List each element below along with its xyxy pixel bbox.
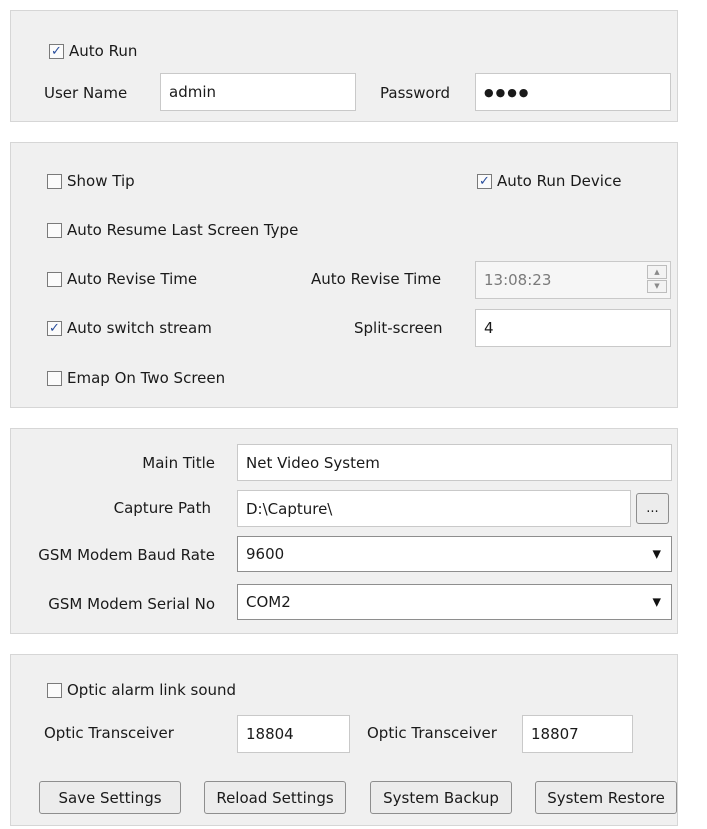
show-tip-label: Show Tip xyxy=(67,172,135,190)
browse-button[interactable]: ... xyxy=(636,493,669,524)
password-input[interactable]: ●●●● xyxy=(475,73,671,111)
spin-down-icon[interactable]: ▼ xyxy=(647,279,667,293)
auto-switch-stream-checkbox[interactable]: ✓ Auto switch stream xyxy=(47,319,212,337)
show-tip-check-icon xyxy=(47,173,62,189)
auto-run-device-check-icon: ✓ xyxy=(477,173,492,189)
optic-alarm-sound-check-icon xyxy=(47,682,62,698)
system-restore-button[interactable]: System Restore xyxy=(535,781,677,814)
reload-settings-button[interactable]: Reload Settings xyxy=(204,781,346,814)
optic-panel: Optic alarm link sound Optic Transceiver… xyxy=(10,654,678,826)
system-panel: Main Title Net Video System Capture Path… xyxy=(10,428,678,634)
auto-run-check-icon: ✓ xyxy=(49,43,64,59)
auto-switch-stream-check-icon: ✓ xyxy=(47,320,62,336)
emap-two-screen-check-icon xyxy=(47,370,62,386)
serial-no-label: GSM Modem Serial No xyxy=(48,595,215,613)
optic-transceiver-2-input[interactable]: 18807 xyxy=(522,715,633,753)
time-spinner[interactable]: ▲ ▼ xyxy=(647,265,667,293)
options-panel: Show Tip ✓ Auto Run Device Auto Resume L… xyxy=(10,142,678,408)
auto-revise-time-check-icon xyxy=(47,271,62,287)
auto-revise-time-field-label: Auto Revise Time xyxy=(311,270,442,288)
main-title-input[interactable]: Net Video System xyxy=(237,444,672,481)
optic-transceiver-1-input[interactable]: 18804 xyxy=(237,715,350,753)
auto-revise-time-input[interactable]: 13:08:23 ▲ ▼ xyxy=(475,261,671,299)
auto-resume-label: Auto Resume Last Screen Type xyxy=(67,221,299,239)
emap-two-screen-checkbox[interactable]: Emap On Two Screen xyxy=(47,369,225,387)
optic-transceiver-1-label: Optic Transceiver xyxy=(44,724,174,742)
optic-alarm-sound-label: Optic alarm link sound xyxy=(67,681,237,699)
chevron-down-icon: ▼ xyxy=(652,595,661,609)
capture-path-label: Capture Path xyxy=(113,499,211,517)
auto-run-device-label: Auto Run Device xyxy=(497,172,622,190)
capture-path-input[interactable]: D:\Capture\ xyxy=(237,490,631,527)
emap-two-screen-label: Emap On Two Screen xyxy=(67,369,226,387)
main-title-label: Main Title xyxy=(142,454,215,472)
optic-transceiver-2-label: Optic Transceiver xyxy=(367,724,497,742)
login-panel: ✓ Auto Run User Name admin Password ●●●● xyxy=(10,10,678,122)
chevron-down-icon: ▼ xyxy=(652,547,661,561)
auto-switch-stream-label: Auto switch stream xyxy=(67,319,212,337)
username-label: User Name xyxy=(44,84,128,102)
auto-revise-time-checkbox[interactable]: Auto Revise Time xyxy=(47,270,197,288)
auto-run-device-checkbox[interactable]: ✓ Auto Run Device xyxy=(477,172,621,190)
split-screen-input[interactable]: 4 xyxy=(475,309,671,347)
baud-rate-label: GSM Modem Baud Rate xyxy=(38,546,215,564)
show-tip-checkbox[interactable]: Show Tip xyxy=(47,172,135,190)
save-settings-button[interactable]: Save Settings xyxy=(39,781,181,814)
auto-run-label: Auto Run xyxy=(69,42,138,60)
auto-revise-time-label: Auto Revise Time xyxy=(67,270,198,288)
serial-no-select[interactable]: COM2 ▼ xyxy=(237,584,672,620)
auto-resume-check-icon xyxy=(47,222,62,238)
baud-rate-value: 9600 xyxy=(246,545,285,563)
baud-rate-select[interactable]: 9600 ▼ xyxy=(237,536,672,572)
auto-resume-checkbox[interactable]: Auto Resume Last Screen Type xyxy=(47,221,298,239)
optic-alarm-sound-checkbox[interactable]: Optic alarm link sound xyxy=(47,681,236,699)
split-screen-label: Split-screen xyxy=(354,319,443,337)
auto-run-checkbox[interactable]: ✓ Auto Run xyxy=(49,42,137,60)
serial-no-value: COM2 xyxy=(246,593,291,611)
password-label: Password xyxy=(380,84,451,102)
spin-up-icon[interactable]: ▲ xyxy=(647,265,667,279)
auto-revise-time-value: 13:08:23 xyxy=(484,271,552,289)
system-backup-button[interactable]: System Backup xyxy=(370,781,512,814)
username-input[interactable]: admin xyxy=(160,73,356,111)
